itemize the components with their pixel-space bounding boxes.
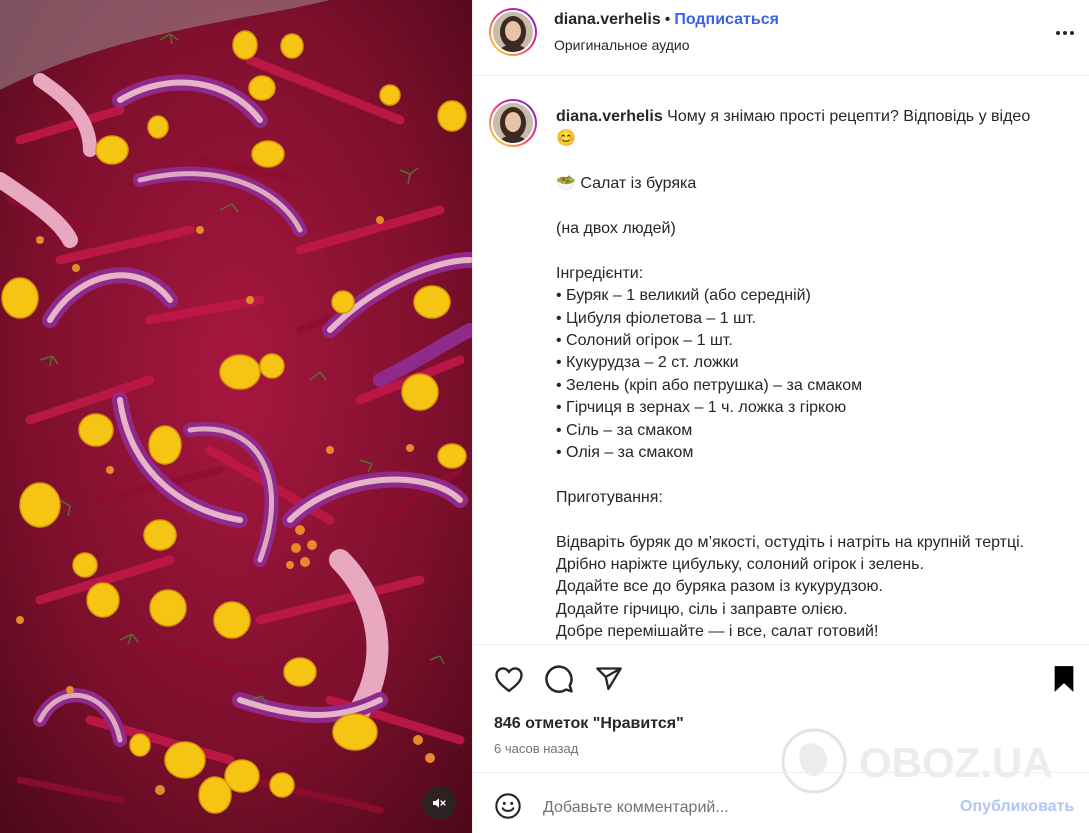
paper-plane-icon[interactable] bbox=[593, 663, 625, 695]
audio-link[interactable]: Оригинальное аудио bbox=[554, 37, 690, 53]
profile-photo bbox=[493, 103, 533, 143]
ingredient-item: • Цибуля фіолетова – 1 шт. bbox=[556, 309, 756, 327]
caption-line: diana.verhelis Чому я знімаю прості реце… bbox=[556, 108, 1031, 125]
muted-speaker-icon bbox=[433, 798, 446, 808]
caption-line bbox=[556, 151, 1076, 173]
likes-count[interactable]: 846 отметок "Нравится" bbox=[494, 715, 684, 733]
ingredient-item: • Зелень (кріп або петрушка) – за смаком bbox=[556, 376, 863, 394]
separator-dot: • bbox=[664, 11, 671, 28]
comment-input[interactable] bbox=[543, 796, 943, 820]
caption-line: (на двох людей) bbox=[556, 220, 676, 237]
follow-button[interactable]: Подписаться bbox=[674, 11, 779, 28]
caption-avatar[interactable] bbox=[489, 99, 537, 147]
emoji-icon[interactable] bbox=[493, 791, 523, 821]
profile-photo bbox=[493, 12, 533, 52]
post-details-panel: diana.verhelis • Подписаться Оригинальное … bbox=[472, 0, 1089, 833]
instruction-line: Добре перемішайте — і все, салат готовий… bbox=[556, 623, 879, 641]
avatar-photo bbox=[493, 12, 533, 52]
caption-line bbox=[556, 240, 1076, 262]
caption-line bbox=[556, 196, 1076, 218]
comment-composer: Опубликовать bbox=[473, 772, 1089, 833]
avatar[interactable] bbox=[489, 8, 537, 56]
ingredient-item: • Гірчиця в зернах – 1 ч. ложка з гіркою bbox=[556, 399, 847, 417]
caption-line: Інгредієнти: bbox=[556, 264, 644, 282]
caption-section: diana.verhelis Чому я знімаю прості реце… bbox=[473, 77, 1089, 644]
comment-bubble-icon[interactable] bbox=[543, 663, 575, 695]
post-media-video[interactable] bbox=[0, 0, 472, 833]
post-timestamp: 6 часов назад bbox=[494, 741, 579, 756]
instruction-line: Додайте все до буряка разом із кукурудзо… bbox=[556, 578, 883, 596]
post-header: diana.verhelis • Подписаться Оригинальное … bbox=[473, 0, 1089, 76]
heart-icon[interactable] bbox=[493, 663, 525, 695]
caption-text: diana.verhelis Чому я знімаю прості реце… bbox=[556, 106, 1076, 644]
instruction-line: Відваріть буряк до м’якості, остудіть і … bbox=[556, 533, 1025, 551]
more-options-icon[interactable] bbox=[1050, 22, 1080, 44]
ingredient-item: • Олія – за смаком bbox=[556, 444, 694, 462]
ingredient-item: • Солоний огірок – 1 шт. bbox=[556, 332, 733, 350]
beet-salad-photo bbox=[0, 0, 472, 833]
publish-button[interactable]: Опубликовать bbox=[960, 798, 1074, 816]
instruction-line: Дрібно наріжте цибульку, солоний огірок … bbox=[556, 556, 924, 574]
ingredient-item: • Кукурудза – 2 ст. ложки bbox=[556, 354, 739, 372]
ingredient-item: • Сіль – за смаком bbox=[556, 421, 693, 439]
caption-line bbox=[556, 464, 1076, 486]
instruction-line: Додайте гірчицю, сіль і заправте олією. bbox=[556, 600, 848, 618]
actions-section: 846 отметок "Нравится" 6 часов назад OBO… bbox=[473, 644, 1089, 794]
ingredient-item: • Буряк – 1 великий (або середній) bbox=[556, 287, 811, 305]
caption-username-link[interactable]: diana.verhelis bbox=[556, 108, 663, 125]
bookmark-icon[interactable] bbox=[1048, 663, 1080, 695]
caption-line: 🥗 Салат із буряка bbox=[556, 175, 697, 193]
avatar-photo bbox=[493, 103, 533, 143]
caption-line: Приготування: bbox=[556, 488, 663, 506]
mute-button[interactable] bbox=[422, 786, 456, 820]
caption-line bbox=[556, 509, 1076, 531]
caption-line: 😊 bbox=[556, 130, 576, 148]
username-link[interactable]: diana.verhelis bbox=[554, 11, 661, 28]
